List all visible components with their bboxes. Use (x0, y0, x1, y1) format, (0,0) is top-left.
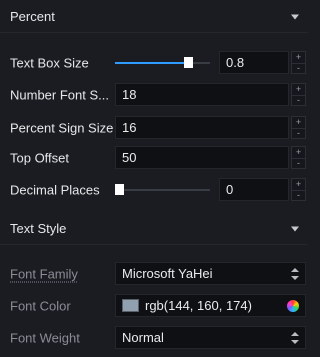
font-color-row: Font Color rgb(144, 160, 174) (0, 293, 308, 318)
top-offset-label: Top Offset (10, 150, 70, 165)
decrement-button[interactable]: - (292, 95, 305, 106)
number-font-size-stepper[interactable]: + - (291, 83, 306, 106)
font-family-select[interactable]: Microsoft YaHei (115, 262, 306, 285)
decimal-places-stepper[interactable]: + - (291, 178, 306, 201)
percent-sign-size-stepper[interactable]: + - (291, 116, 306, 139)
decimal-places-slider[interactable] (115, 184, 210, 195)
select-arrows-icon (291, 267, 299, 280)
percent-sign-size-value: 16 (122, 120, 137, 135)
top-offset-value: 50 (122, 150, 137, 165)
number-font-size-input[interactable]: 18 (115, 83, 289, 106)
decimal-places-label: Decimal Places (10, 182, 100, 197)
percent-sign-size-row: Percent Sign Size 16 + - (0, 115, 308, 140)
decrement-button[interactable]: - (292, 128, 305, 139)
number-font-size-value: 18 (122, 87, 137, 102)
text-box-size-slider-thumb[interactable] (184, 57, 193, 68)
section-divider (0, 244, 308, 245)
top-offset-row: Top Offset 50 + - (0, 145, 308, 170)
percent-section-header[interactable]: Percent (0, 0, 308, 32)
text-box-size-input[interactable]: 0.8 (219, 51, 289, 74)
decrement-button[interactable]: - (292, 63, 305, 74)
decimal-places-slider-thumb[interactable] (115, 184, 124, 195)
text-style-section-header[interactable]: Text Style (0, 212, 308, 244)
percent-section-title: Percent (10, 8, 55, 24)
font-family-row: Font Family Microsoft YaHei (0, 261, 308, 286)
text-style-section-title: Text Style (10, 220, 67, 236)
top-offset-input[interactable]: 50 (115, 146, 289, 169)
decimal-places-row: Decimal Places 0 + - (0, 177, 308, 202)
font-color-label: Font Color (10, 298, 71, 313)
font-family-label: Font Family (10, 266, 78, 281)
decrement-button[interactable]: - (292, 158, 305, 169)
font-color-picker[interactable]: rgb(144, 160, 174) (115, 294, 306, 317)
font-color-value: rgb(144, 160, 174) (145, 298, 252, 313)
number-font-size-label: Number Font S... (10, 87, 109, 102)
font-weight-row: Font Weight Normal (0, 325, 308, 350)
font-weight-value: Normal (122, 330, 164, 345)
text-box-size-slider[interactable] (115, 57, 210, 68)
color-swatch[interactable] (122, 299, 139, 312)
color-wheel-icon[interactable] (287, 299, 299, 312)
chevron-down-icon[interactable] (291, 14, 299, 20)
text-box-size-stepper[interactable]: + - (291, 51, 306, 74)
font-weight-label: Font Weight (10, 330, 80, 345)
decrement-button[interactable]: - (292, 190, 305, 201)
top-offset-stepper[interactable]: + - (291, 146, 306, 169)
text-box-size-row: Text Box Size 0.8 + - (0, 50, 308, 75)
percent-sign-size-input[interactable]: 16 (115, 116, 289, 139)
text-box-size-value: 0.8 (226, 55, 245, 70)
font-family-value: Microsoft YaHei (122, 266, 213, 281)
select-arrows-icon (291, 331, 299, 344)
text-box-size-label: Text Box Size (10, 55, 89, 70)
decimal-places-value: 0 (226, 182, 234, 197)
percent-sign-size-label: Percent Sign Size (10, 120, 114, 135)
chevron-down-icon[interactable] (291, 226, 299, 232)
decimal-places-input[interactable]: 0 (219, 178, 289, 201)
text-box-size-slider-fill (115, 62, 188, 64)
section-divider (0, 32, 308, 33)
font-weight-select[interactable]: Normal (115, 326, 306, 349)
number-font-size-row: Number Font S... 18 + - (0, 82, 308, 107)
